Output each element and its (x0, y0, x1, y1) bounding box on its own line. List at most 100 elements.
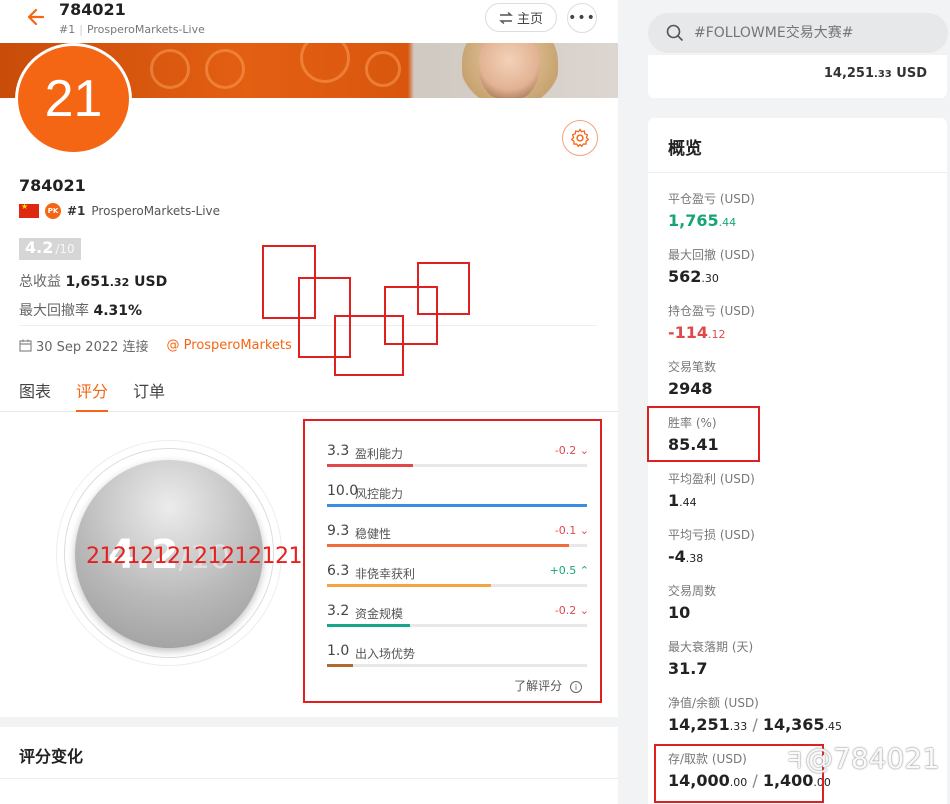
score-row-label: 稳健性 (355, 527, 392, 541)
score-row-fill (327, 624, 411, 627)
annotation-box (647, 406, 760, 462)
account-broker: ProsperoMarkets-Live (91, 204, 221, 218)
score-row: 6.3 非侥幸获利 +0.5 ⌃ (327, 560, 589, 600)
overview-item-value: 1.44 (668, 491, 697, 510)
score-row-value: 6.3 (327, 563, 350, 579)
score-row-fill (327, 544, 569, 547)
max-drawdown-rate: 最大回撤率 4.31% (19, 300, 142, 320)
account-name: 784021 (19, 176, 86, 195)
overview-title: 概览 (668, 139, 702, 159)
score-max: /10 (55, 242, 75, 256)
section-divider (0, 717, 618, 727)
more-dots-icon: ••• (568, 10, 596, 26)
overview-item: 平仓盈亏 (USD) 1,765.44 (668, 190, 755, 230)
overview-item-label: 最大衰落期 (天) (668, 640, 754, 654)
rank-text: #1 (59, 23, 76, 36)
page-subtitle: #1 | ProsperoMarkets-Live (59, 23, 205, 36)
tab-bar: 图表 评分 订单 (0, 374, 618, 412)
account-rank: #1 (67, 204, 86, 218)
total-profit-label: 总收益 (19, 274, 61, 290)
overview-item-label: 持仓盈亏 (USD) (668, 304, 755, 318)
overview-item-value: -114.12 (668, 323, 726, 342)
search-input[interactable] (694, 25, 934, 41)
score-row-delta: -0.1 ⌄ (554, 524, 589, 537)
overview-item-label: 交易笔数 (668, 360, 717, 374)
search-icon (666, 24, 684, 42)
tab-orders[interactable]: 订单 (133, 378, 165, 412)
overview-item-value: 31.7 (668, 659, 708, 678)
overview-item: 交易笔数 2948 (668, 358, 716, 398)
score-row-track (327, 544, 587, 547)
chevron-up-icon: ⌃ (576, 564, 589, 577)
score-change-title: 评分变化 (19, 747, 84, 766)
score-row-value: 3.2 (327, 603, 350, 619)
overview-item-label: 交易周数 (668, 584, 717, 598)
score-value: 4.2 (25, 238, 54, 257)
score-row-value: 1.0 (327, 643, 350, 659)
annotation-box (417, 262, 470, 315)
previous-card: 14,251.33 USD (648, 55, 947, 98)
score-row: 1.0 出入场优势 (327, 640, 589, 680)
tab-chart[interactable]: 图表 (19, 378, 51, 412)
score-row-delta: +0.5 ⌃ (549, 564, 589, 577)
score-row-track (327, 584, 587, 587)
overview-item-value: 10 (668, 603, 691, 622)
home-button-label: 主页 (516, 12, 543, 27)
overview-item: 最大回撤 (USD) 562.30 (668, 246, 755, 286)
info-icon: i (570, 681, 582, 693)
score-breakdown: 3.3 盈利能力 -0.2 ⌄ 10.0 风控能力 9.3 稳健性 -0.1 ⌄ 6.3 非侥幸获… (327, 440, 589, 680)
score-row-label: 风控能力 (355, 487, 404, 501)
swap-icon (499, 11, 513, 24)
score-row-fill (327, 464, 413, 467)
settings-gear-icon[interactable] (562, 120, 598, 156)
total-profit-dec: .32 (109, 276, 130, 289)
chevron-down-icon: ⌄ (576, 524, 589, 537)
score-row-label: 资金规模 (355, 607, 404, 621)
more-options-button[interactable]: ••• (567, 3, 597, 33)
score-row: 10.0 风控能力 (327, 480, 589, 520)
search-bar[interactable] (648, 13, 948, 53)
learn-score-label: 了解评分 (514, 679, 563, 693)
score-row: 3.3 盈利能力 -0.2 ⌄ (327, 440, 589, 480)
broker-text: ProsperoMarkets-Live (86, 23, 205, 36)
watermark-text: @784021 (805, 742, 940, 775)
overview-item-label: 平仓盈亏 (USD) (668, 192, 755, 206)
banner-photo-face (478, 43, 540, 98)
tab-score[interactable]: 评分 (76, 378, 109, 412)
overview-item-label: 平均亏损 (USD) (668, 528, 755, 542)
connected-since: 30 Sep 2022 连接 @ ProsperoMarkets (19, 336, 292, 355)
score-row-fill (327, 664, 353, 667)
score-row-delta: -0.2 ⌄ (554, 444, 589, 457)
score-badge: 4.2/10 (19, 238, 81, 260)
max-drawdown-label: 最大回撤率 (19, 303, 89, 319)
total-profit: 总收益 1,651.32 USD (19, 271, 167, 291)
watermark-logo-icon: ᖷ (788, 749, 802, 774)
score-row-track (327, 624, 587, 627)
account-panel: 784021 #1 | ProsperoMarkets-Live 主页 ••• 21… (0, 0, 618, 804)
score-row: 3.2 资金规模 -0.2 ⌄ (327, 600, 589, 640)
home-button[interactable]: 主页 (485, 3, 557, 32)
pk-badge-icon: PK (45, 203, 61, 219)
learn-score-link[interactable]: 了解评分 i (327, 677, 582, 694)
broker-link[interactable]: @ ProsperoMarkets (167, 338, 292, 353)
overview-item-value: 2948 (668, 379, 713, 398)
overview-item-value: 14,251.33 / 14,365.45 (668, 715, 843, 734)
score-row-label: 非侥幸获利 (355, 567, 416, 581)
overview-item-label: 最大回撤 (USD) (668, 248, 755, 262)
score-row-label: 盈利能力 (355, 447, 404, 461)
score-row-track (327, 664, 587, 667)
score-row-value: 9.3 (327, 523, 350, 539)
calendar-icon (19, 339, 32, 352)
score-row-value: 3.3 (327, 443, 350, 459)
score-row-delta: -0.2 ⌄ (554, 604, 589, 617)
score-row: 9.3 稳健性 -0.1 ⌄ (327, 520, 589, 560)
top-bar: 784021 #1 | ProsperoMarkets-Live 主页 ••• (0, 0, 618, 43)
back-arrow-icon[interactable] (24, 6, 46, 28)
divider (648, 172, 947, 173)
overview-item: 最大衰落期 (天) 31.7 (668, 638, 753, 678)
overview-item-label: 平均盈利 (USD) (668, 472, 755, 486)
total-profit-unit: USD (129, 274, 168, 290)
overview-item-label: 净值/余额 (USD) (668, 696, 759, 710)
overview-item-value: -4.38 (668, 547, 704, 566)
score-row-fill (327, 504, 587, 507)
